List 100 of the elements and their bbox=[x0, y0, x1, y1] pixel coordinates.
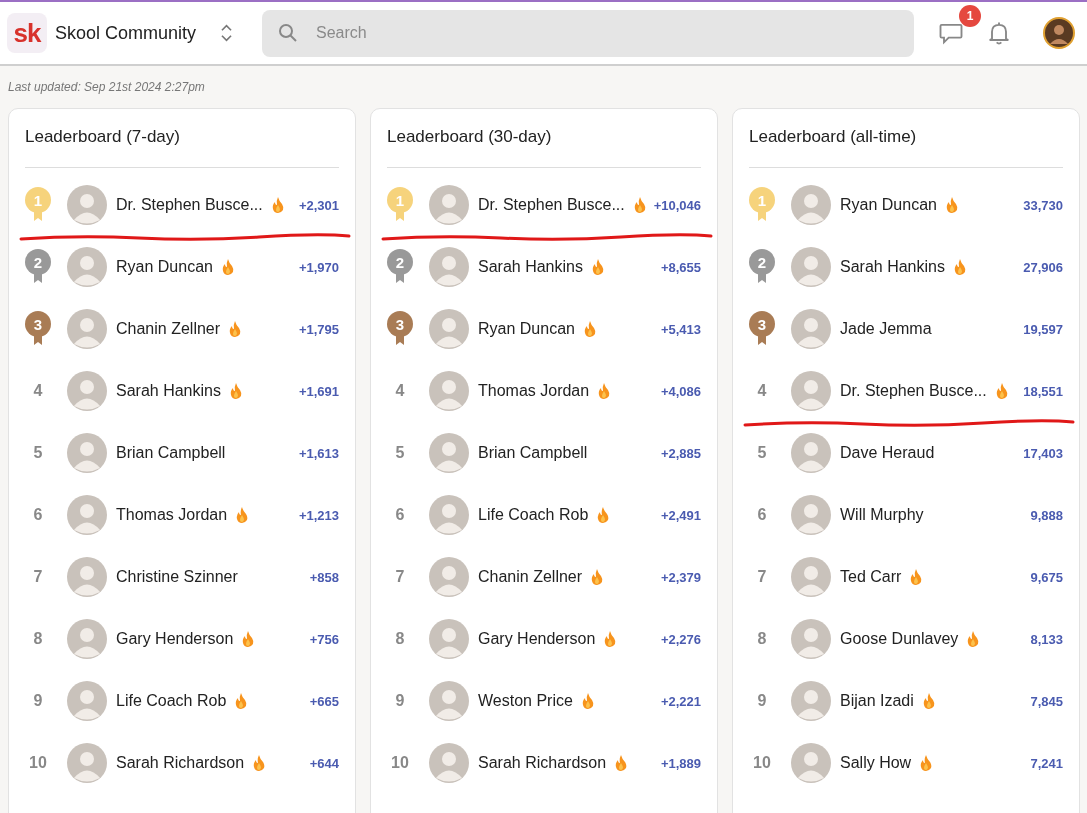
member-name[interactable]: Life Coach Rob bbox=[478, 506, 589, 524]
avatar-silhouette bbox=[67, 743, 107, 783]
points-value: +5,413 bbox=[660, 321, 701, 337]
points-value: +1,213 bbox=[298, 507, 339, 523]
member-name[interactable]: Dr. Stephen Busce... bbox=[116, 196, 263, 214]
rank-number: 5 bbox=[32, 444, 44, 462]
member-name[interactable]: Sarah Hankins bbox=[116, 382, 221, 400]
avatar-silhouette bbox=[791, 495, 831, 535]
points-value: +858 bbox=[309, 569, 339, 585]
points-value: 7,845 bbox=[1030, 693, 1063, 709]
points-value: +1,613 bbox=[298, 445, 339, 461]
rank-number: 7 bbox=[32, 568, 44, 586]
points-value: +2,491 bbox=[660, 507, 701, 523]
member-name[interactable]: Ted Carr bbox=[840, 568, 902, 586]
points-value: +2,221 bbox=[660, 693, 701, 709]
rank-number: 4 bbox=[394, 382, 406, 400]
member-name[interactable]: Sarah Richardson bbox=[116, 754, 245, 772]
rank-number: 7 bbox=[394, 568, 406, 586]
points-value: 9,675 bbox=[1030, 569, 1063, 585]
points-value: 19,597 bbox=[1023, 321, 1063, 337]
member-name[interactable]: Bijan Izadi bbox=[840, 692, 914, 710]
avatar-silhouette bbox=[429, 557, 469, 597]
points-value: +10,046 bbox=[653, 197, 701, 213]
search-icon bbox=[278, 22, 298, 43]
member-name[interactable]: Dave Heraud bbox=[840, 444, 935, 462]
member-name[interactable]: Life Coach Rob bbox=[116, 692, 227, 710]
member-name[interactable]: Thomas Jordan bbox=[478, 382, 590, 400]
rank-number: 10 bbox=[28, 754, 48, 772]
user-avatar[interactable] bbox=[1043, 17, 1075, 49]
member-name[interactable]: Dr. Stephen Busce... bbox=[478, 196, 625, 214]
member-name[interactable]: Gary Henderson bbox=[478, 630, 596, 648]
avatar-silhouette bbox=[67, 247, 107, 287]
avatar-silhouette bbox=[791, 557, 831, 597]
member-name[interactable]: Christine Szinner bbox=[116, 568, 238, 586]
member-name[interactable]: Ryan Duncan bbox=[478, 320, 575, 338]
rank-number: 4 bbox=[32, 382, 44, 400]
avatar-silhouette bbox=[67, 371, 107, 411]
rank-number: 5 bbox=[394, 444, 406, 462]
rank-medal: 2 bbox=[749, 249, 775, 275]
avatar-silhouette bbox=[791, 681, 831, 721]
leaderboard-title: Leaderboard (7-day) bbox=[25, 127, 181, 148]
rank-number: 8 bbox=[756, 630, 768, 648]
member-name[interactable]: Will Murphy bbox=[840, 506, 924, 524]
avatar-silhouette bbox=[67, 495, 107, 535]
member-name[interactable]: Chanin Zellner bbox=[478, 568, 583, 586]
member-name[interactable]: Brian Campbell bbox=[116, 444, 226, 462]
avatar-silhouette bbox=[429, 309, 469, 349]
member-name[interactable]: Dr. Stephen Busce... bbox=[840, 382, 987, 400]
rank-medal: 2 bbox=[25, 249, 51, 275]
points-value: +2,379 bbox=[660, 569, 701, 585]
member-name[interactable]: Sarah Hankins bbox=[840, 258, 945, 276]
search-field[interactable]: Search bbox=[262, 9, 914, 57]
avatar-silhouette bbox=[429, 371, 469, 411]
last-updated-text: Last updated: Sep 21st 2024 2:27pm bbox=[7, 79, 206, 96]
rank-number: 6 bbox=[32, 506, 44, 524]
rank-number: 9 bbox=[32, 692, 44, 710]
points-value: +2,885 bbox=[660, 445, 701, 461]
points-value: +2,301 bbox=[298, 197, 339, 213]
member-name[interactable]: Ryan Duncan bbox=[116, 258, 213, 276]
member-name[interactable]: Thomas Jordan bbox=[116, 506, 228, 524]
avatar-silhouette bbox=[429, 433, 469, 473]
rank-medal: 1 bbox=[749, 187, 775, 213]
avatar-silhouette bbox=[791, 371, 831, 411]
rank-medal: 3 bbox=[749, 311, 775, 337]
member-name[interactable]: Sally How bbox=[840, 754, 912, 772]
member-name[interactable]: Gary Henderson bbox=[116, 630, 234, 648]
notification-count: 1 bbox=[959, 5, 981, 27]
points-value: 33,730 bbox=[1023, 197, 1063, 213]
member-name[interactable]: Goose Dunlavey bbox=[840, 630, 959, 648]
member-name[interactable]: Ryan Duncan bbox=[840, 196, 937, 214]
rank-number: 10 bbox=[752, 754, 772, 772]
rank-number: 6 bbox=[394, 506, 406, 524]
rank-number: 8 bbox=[32, 630, 44, 648]
rank-number: 8 bbox=[394, 630, 406, 648]
points-value: +1,795 bbox=[298, 321, 339, 337]
points-value: +644 bbox=[309, 755, 339, 771]
member-name[interactable]: Jade Jemma bbox=[840, 320, 932, 338]
leaderboard-title: Leaderboard (all-time) bbox=[749, 127, 918, 148]
points-value: +1,970 bbox=[298, 259, 339, 275]
points-value: +756 bbox=[309, 631, 339, 647]
community-logo[interactable]: sk bbox=[7, 13, 47, 53]
community-name[interactable]: Skool Community bbox=[55, 22, 197, 44]
points-value: +2,276 bbox=[660, 631, 701, 647]
rank-medal: 2 bbox=[387, 249, 413, 275]
avatar-silhouette bbox=[67, 681, 107, 721]
member-name[interactable]: Brian Campbell bbox=[478, 444, 588, 462]
points-value: +665 bbox=[309, 693, 339, 709]
rank-number: 9 bbox=[394, 692, 406, 710]
member-name[interactable]: Chanin Zellner bbox=[116, 320, 221, 338]
avatar-silhouette bbox=[67, 185, 107, 225]
rank-medal: 1 bbox=[25, 187, 51, 213]
switcher-chevron-icon[interactable] bbox=[220, 23, 234, 43]
member-name[interactable]: Sarah Richardson bbox=[478, 754, 607, 772]
member-name[interactable]: Weston Price bbox=[478, 692, 573, 710]
points-value: 18,551 bbox=[1023, 383, 1063, 399]
member-name[interactable]: Sarah Hankins bbox=[478, 258, 583, 276]
avatar-silhouette bbox=[791, 185, 831, 225]
points-value: +8,655 bbox=[660, 259, 701, 275]
leaderboard-title: Leaderboard (30-day) bbox=[387, 127, 553, 148]
avatar-silhouette bbox=[67, 433, 107, 473]
